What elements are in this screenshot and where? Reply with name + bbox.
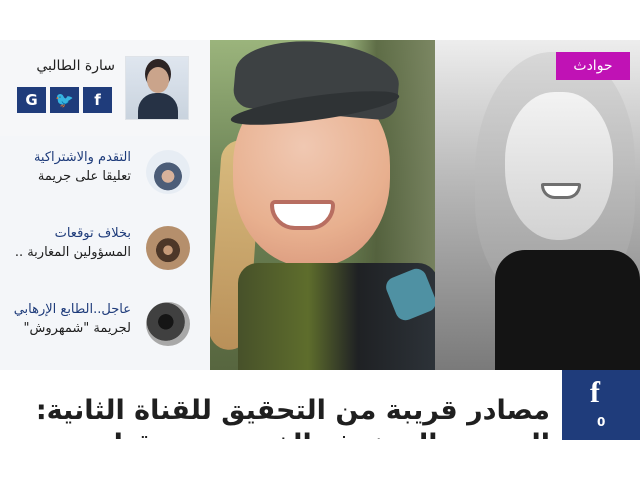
share-count: 0 bbox=[597, 415, 606, 429]
avatar-body bbox=[138, 93, 178, 119]
article-headline-continued[interactable]: النحوض المتخوف الذي وضح مقتل اقتراح bbox=[94, 428, 550, 439]
hero-photo-right bbox=[435, 40, 640, 370]
related-text-2[interactable]: بخلاف توقعات المسؤولين المغاربة .. bbox=[6, 224, 131, 262]
twitter-button[interactable]: 🐦 bbox=[50, 87, 79, 113]
related-article-2[interactable]: بخلاف توقعات المسؤولين المغاربة .. bbox=[0, 212, 210, 289]
category-badge[interactable]: حوادث bbox=[556, 52, 630, 80]
author-name[interactable]: سارة الطالبي bbox=[36, 58, 115, 74]
related-thumb-3[interactable] bbox=[146, 302, 190, 346]
article-hero-image[interactable]: حوادث bbox=[210, 40, 640, 370]
related-thumb-1[interactable] bbox=[146, 150, 190, 194]
google-plus-button[interactable]: G bbox=[17, 87, 46, 113]
sidebar: سارة الطالبي G 🐦 f التقدم والاشتراكية تع… bbox=[0, 40, 211, 370]
related-text-3[interactable]: عاجل..الطابع الإرهابي لجريمة "شمهروش" bbox=[6, 300, 131, 338]
facebook-icon[interactable]: f bbox=[590, 376, 600, 410]
related-thumb-2[interactable] bbox=[146, 226, 190, 270]
black-top bbox=[495, 250, 640, 370]
author-avatar[interactable] bbox=[125, 56, 189, 120]
facebook-button[interactable]: f bbox=[83, 87, 112, 113]
face-right bbox=[505, 92, 613, 240]
related-title-1: التقدم والاشتراكية bbox=[33, 150, 131, 165]
news-page: سارة الطالبي G 🐦 f التقدم والاشتراكية تع… bbox=[0, 40, 640, 440]
related-title-2: بخلاف توقعات bbox=[54, 226, 131, 241]
facebook-share-box[interactable]: f 0 bbox=[562, 370, 640, 440]
related-title-3: عاجل..الطابع الإرهابي bbox=[13, 302, 131, 317]
hero-photo-left bbox=[210, 40, 439, 370]
smile-right bbox=[541, 183, 581, 199]
related-subtitle-2: المسؤولين المغاربة .. bbox=[14, 245, 131, 260]
related-subtitle-3: لجريمة "شمهروش" bbox=[23, 321, 131, 336]
article-headline[interactable]: مصادر قريبة من التحقيق للقناة الثانية: bbox=[36, 394, 550, 428]
related-article-1[interactable]: التقدم والاشتراكية تعليقا على جريمة bbox=[0, 136, 210, 213]
related-article-3[interactable]: عاجل..الطابع الإرهابي لجريمة "شمهروش" bbox=[0, 288, 210, 370]
author-card: سارة الطالبي G 🐦 f bbox=[0, 40, 210, 137]
related-text-1[interactable]: التقدم والاشتراكية تعليقا على جريمة bbox=[6, 148, 131, 186]
related-subtitle-1: تعليقا على جريمة bbox=[37, 169, 131, 184]
avatar-head bbox=[147, 67, 169, 93]
